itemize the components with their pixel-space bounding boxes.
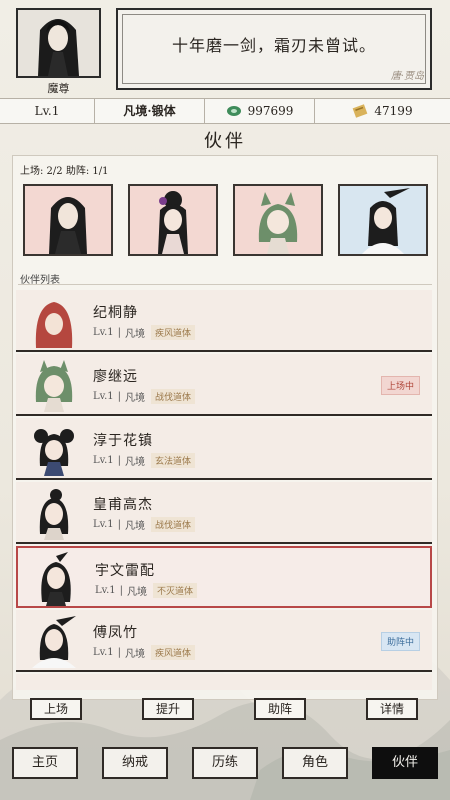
partner-avatar [28,552,84,606]
partner-realm: 凡境 [125,393,146,404]
quote-panel: 十年磨一剑，霜刃未曾试。 唐·贾岛 [116,8,432,90]
partner-realm: 凡境 [125,521,146,532]
partner-avatar [26,358,82,412]
partner-row[interactable]: 廖继远 Lv.1 | 凡境 战伐道体 上场中 [16,354,432,416]
partner-name: 淳于花镇 [93,433,153,449]
partner-trait: 疾风道体 [151,645,196,660]
partner-name: 纪桐静 [93,305,138,321]
partner-meta: Lv.1 | 凡境 不灭道体 [95,583,198,598]
deploy-status: 上场: 2/2 助阵: 1/1 [20,166,109,177]
level-stat: Lv.1 [0,99,95,123]
scroll-stat: 47199 [315,99,450,123]
partner-trait: 不灭道体 [153,583,198,598]
partner-meta: Lv.1 | 凡境 疾风道体 [93,325,196,340]
partner-name: 傅凤竹 [93,625,138,641]
partner-realm: 凡境 [125,329,146,340]
partner-meta: Lv.1 | 凡境 疾风道体 [93,645,196,660]
partner-row[interactable]: 傅凤竹 Lv.1 | 凡境 疾风道体 助阵中 [16,610,432,672]
partner-trait: 玄法道体 [151,453,196,468]
player-title: 魔尊 [47,82,70,95]
partner-row[interactable]: 纪桐静 Lv.1 | 凡境 疾风道体 [16,290,432,352]
partner-list[interactable]: 纪桐静 Lv.1 | 凡境 疾风道体 廖继远 Lv.1 | 凡境 战伐道体 上场中 … [16,290,434,690]
divider [18,284,432,285]
details-button[interactable]: 详情 [366,698,418,720]
partner-trait: 疾风道体 [151,325,196,340]
partner-realm: 凡境 [125,457,146,468]
deploy-slot-2[interactable] [128,184,218,256]
nav-home[interactable]: 主页 [12,747,78,779]
partner-level: Lv.1 [93,327,114,338]
partner-meta: Lv.1 | 凡境 玄法道体 [93,453,196,468]
level-value: Lv.1 [34,104,60,118]
partner-row[interactable]: 淳于花镇 Lv.1 | 凡境 玄法道体 [16,418,432,480]
partner-name: 皇甫高杰 [93,497,153,513]
partner-avatar [26,486,82,540]
deploy-slot-1[interactable] [23,184,113,256]
stats-bar: Lv.1 凡境·锻体 997699 47199 [0,98,450,124]
quote-source: 唐·贾岛 [390,71,424,82]
nav-partner[interactable]: 伙伴 [372,747,438,779]
partner-row-selected[interactable]: 宇文雷配 Lv.1 | 凡境 不灭道体 [16,546,432,608]
assist-button[interactable]: 助阵 [254,698,306,720]
deploy-slot-assist[interactable] [338,184,428,256]
partner-realm: 凡境 [125,649,146,660]
partner-avatar [26,294,82,348]
quote-text: 十年磨一剑，霜刃未曾试。 [171,36,376,55]
partner-meta: Lv.1 | 凡境 战伐道体 [93,517,196,532]
partner-name: 宇文雷配 [95,563,155,579]
partner-row-partial[interactable] [16,674,432,690]
partner-trait: 战伐道体 [151,517,196,532]
partner-level: Lv.1 [93,391,114,402]
jade-icon [226,104,242,118]
partner-level: Lv.1 [93,647,114,658]
status-badge: 助阵中 [380,632,420,651]
nav-role[interactable]: 角色 [282,747,348,779]
partner-trait: 战伐道体 [151,389,196,404]
page-title: 伙伴 [204,131,246,152]
partner-row[interactable]: 皇甫高杰 Lv.1 | 凡境 战伐道体 [16,482,432,544]
partner-avatar [26,614,82,668]
nav-journey[interactable]: 历练 [192,747,258,779]
realm-stat: 凡境·锻体 [95,99,205,123]
player-avatar[interactable] [16,8,101,78]
deploy-slot-3[interactable] [233,184,323,256]
partner-meta: Lv.1 | 凡境 战伐道体 [93,389,196,404]
partner-avatar [26,422,82,476]
partner-level: Lv.1 [95,585,116,596]
nav-ring[interactable]: 纳戒 [102,747,168,779]
scroll-icon [352,104,368,118]
status-badge: 上场中 [380,376,420,395]
partner-realm: 凡境 [127,587,148,598]
realm-value: 凡境·锻体 [123,104,176,118]
scroll-value: 47199 [374,104,413,118]
partner-name: 廖继远 [93,369,138,385]
partner-level: Lv.1 [93,455,114,466]
partner-level: Lv.1 [93,519,114,530]
jade-stat: 997699 [205,99,315,123]
upgrade-button[interactable]: 提升 [142,698,194,720]
deploy-button[interactable]: 上场 [30,698,82,720]
jade-value: 997699 [247,104,294,118]
